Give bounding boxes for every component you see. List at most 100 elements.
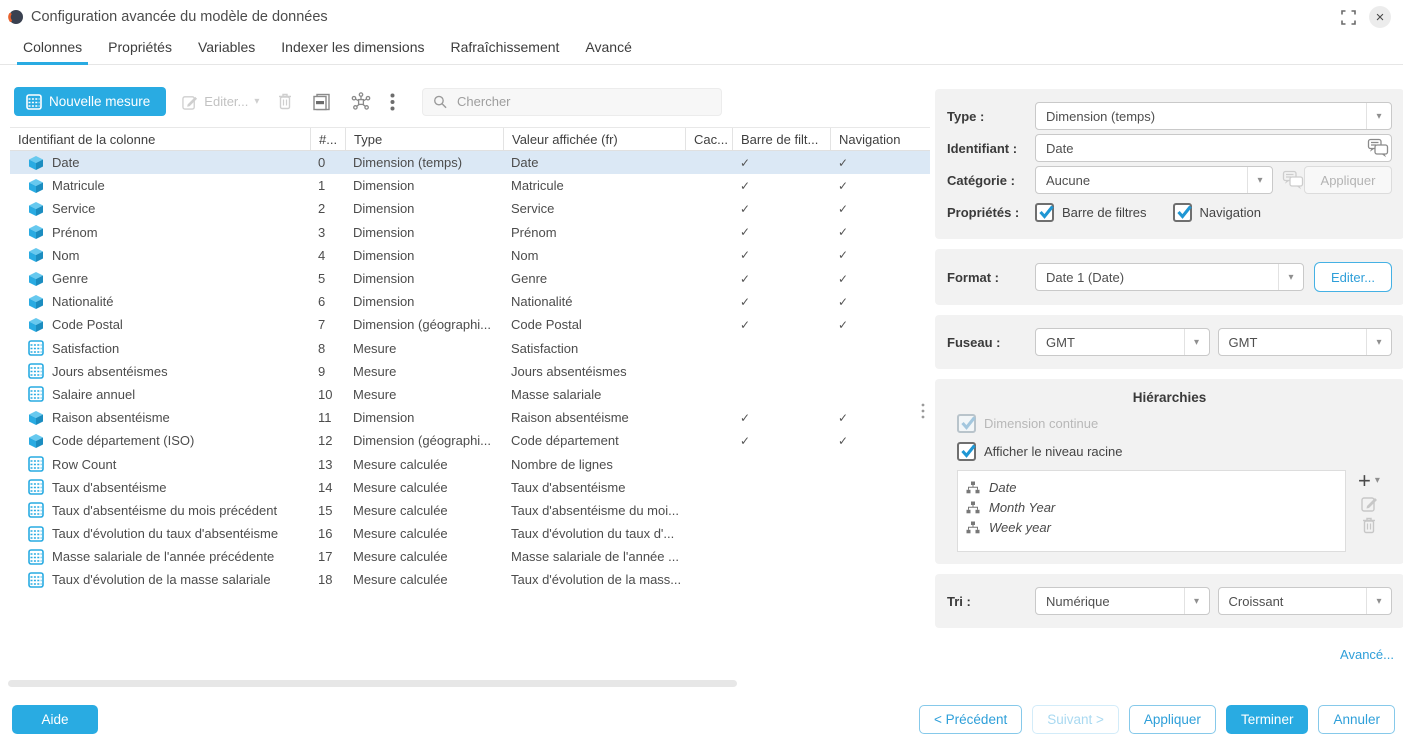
table-row[interactable]: Service 2 Dimension Service ✓ ✓ (10, 197, 930, 220)
filter-bar-checkbox[interactable]: Barre de filtres (1035, 203, 1147, 222)
table-row[interactable]: Nationalité 6 Dimension Nationalité ✓ ✓ (10, 290, 930, 313)
cancel-button[interactable]: Annuler (1318, 705, 1395, 734)
type-select[interactable]: Dimension (temps) ▾ (1035, 102, 1392, 130)
column-type-cell: Dimension (géographi... (345, 433, 503, 448)
navigation-check-cell[interactable]: ✓ (830, 202, 930, 216)
filter-bar-check-cell[interactable]: ✓ (732, 295, 830, 309)
sort-order-select[interactable]: Croissant ▾ (1218, 587, 1393, 615)
columns-table: Identifiant de la colonne#...TypeValeur … (10, 127, 930, 592)
table-row[interactable]: Taux d'absentéisme du mois précédent 15 … (10, 499, 930, 522)
table-row[interactable]: Taux d'évolution de la masse salariale 1… (10, 568, 930, 591)
category-select[interactable]: Aucune ▾ (1035, 166, 1273, 194)
timezone-select-1[interactable]: GMT ▾ (1035, 328, 1210, 356)
column-properties-pane: Type : Dimension (temps) ▾ Identifiant :… (935, 65, 1403, 662)
table-row[interactable]: Prénom 3 Dimension Prénom ✓ ✓ (10, 221, 930, 244)
fullscreen-icon[interactable] (1341, 10, 1356, 25)
table-row[interactable]: Salaire annuel 10 Mesure Masse salariale (10, 383, 930, 406)
sort-type-select[interactable]: Numérique ▾ (1035, 587, 1210, 615)
navigation-check-cell[interactable]: ✓ (830, 179, 930, 193)
table-row[interactable]: Code Postal 7 Dimension (géographi... Co… (10, 313, 930, 336)
column-index-cell: 0 (310, 155, 345, 170)
column-type-cell: Dimension (345, 410, 503, 425)
format-edit-button[interactable]: Editer... (1314, 262, 1392, 292)
tab-rafraichissement[interactable]: Rafraîchissement (450, 39, 559, 64)
table-row[interactable]: Genre 5 Dimension Genre ✓ ✓ (10, 267, 930, 290)
filter-bar-check-cell[interactable]: ✓ (732, 434, 830, 448)
category-apply-button[interactable]: Appliquer (1304, 166, 1392, 194)
format-select[interactable]: Date 1 (Date) ▾ (1035, 263, 1304, 291)
filter-bar-check-cell[interactable]: ✓ (732, 179, 830, 193)
column-header[interactable]: Cac... (685, 128, 732, 150)
filter-bar-check-cell[interactable]: ✓ (732, 248, 830, 262)
table-row[interactable]: Row Count 13 Mesure calculée Nombre de l… (10, 452, 930, 475)
hierarchy-item[interactable]: Date (966, 477, 1337, 497)
table-row[interactable]: Nom 4 Dimension Nom ✓ ✓ (10, 244, 930, 267)
duplicate-columns-button[interactable] (311, 92, 332, 112)
column-header[interactable]: Identifiant de la colonne (10, 128, 310, 150)
navigation-check-cell[interactable]: ✓ (830, 295, 930, 309)
table-row[interactable]: Jours absentéismes 9 Mesure Jours absent… (10, 360, 930, 383)
table-row[interactable]: Raison absentéisme 11 Dimension Raison a… (10, 406, 930, 429)
hierarchy-item[interactable]: Month Year (966, 497, 1337, 517)
translate-icon-disabled[interactable] (1282, 170, 1304, 190)
table-row[interactable]: Satisfaction 8 Mesure Satisfaction (10, 337, 930, 360)
filter-bar-check-cell[interactable]: ✓ (732, 272, 830, 286)
table-row[interactable]: Matricule 1 Dimension Matricule ✓ ✓ (10, 174, 930, 197)
tab-avance[interactable]: Avancé (585, 39, 631, 64)
finish-button[interactable]: Terminer (1226, 705, 1309, 734)
horizontal-scrollbar[interactable] (8, 680, 737, 687)
table-row[interactable]: Taux d'absentéisme 14 Mesure calculée Ta… (10, 476, 930, 499)
edit-hierarchy-button[interactable] (1361, 495, 1378, 512)
delete-hierarchy-button[interactable] (1362, 517, 1376, 534)
previous-button[interactable]: < Précédent (919, 705, 1022, 734)
column-id-cell: Row Count (10, 456, 310, 472)
pane-resize-handle[interactable] (921, 403, 925, 419)
translate-icon[interactable] (1367, 138, 1389, 158)
column-header[interactable]: Navigation (830, 128, 930, 150)
filter-bar-check-cell[interactable]: ✓ (732, 225, 830, 239)
add-hierarchy-button[interactable]: + ▾ (1358, 472, 1380, 490)
column-header[interactable]: Barre de filt... (732, 128, 830, 150)
table-row[interactable]: Date 0 Dimension (temps) Date ✓ ✓ (10, 151, 930, 174)
navigation-checkbox[interactable]: Navigation (1173, 203, 1261, 222)
tab-indexer-les-dimensions[interactable]: Indexer les dimensions (281, 39, 424, 64)
identifier-input[interactable]: Date (1035, 134, 1392, 162)
tab-variables[interactable]: Variables (198, 39, 255, 64)
edit-button[interactable]: Editer... ▾ (182, 94, 259, 110)
table-row[interactable]: Masse salariale de l'année précédente 17… (10, 545, 930, 568)
column-header[interactable]: #... (310, 128, 345, 150)
navigation-check-cell[interactable]: ✓ (830, 411, 930, 425)
hierarchy-item[interactable]: Week year (966, 517, 1337, 537)
filter-bar-check-cell[interactable]: ✓ (732, 318, 830, 332)
navigation-check-cell[interactable]: ✓ (830, 434, 930, 448)
close-icon[interactable]: × (1369, 6, 1391, 28)
new-measure-button[interactable]: Nouvelle mesure (14, 87, 166, 116)
filter-bar-check-cell[interactable]: ✓ (732, 411, 830, 425)
continuous-dimension-checkbox[interactable]: Dimension continue (957, 414, 1392, 433)
next-button[interactable]: Suivant > (1032, 705, 1119, 734)
timezone-select-2[interactable]: GMT ▾ (1218, 328, 1393, 356)
search-input[interactable] (457, 94, 711, 109)
filter-bar-check-cell[interactable]: ✓ (732, 202, 830, 216)
column-type-cell: Dimension (345, 225, 503, 240)
filter-bar-check-cell[interactable]: ✓ (732, 156, 830, 170)
navigation-check-cell[interactable]: ✓ (830, 272, 930, 286)
navigation-check-cell[interactable]: ✓ (830, 156, 930, 170)
table-row[interactable]: Code département (ISO) 12 Dimension (géo… (10, 429, 930, 452)
tab-proprietes[interactable]: Propriétés (108, 39, 172, 64)
column-header[interactable]: Type (345, 128, 503, 150)
tab-colonnes[interactable]: Colonnes (23, 39, 82, 64)
advanced-link[interactable]: Avancé... (935, 647, 1403, 662)
column-header[interactable]: Valeur affichée (fr) (503, 128, 685, 150)
help-button[interactable]: Aide (12, 705, 98, 734)
delete-column-button[interactable] (278, 93, 292, 110)
show-root-level-checkbox[interactable]: Afficher le niveau racine (957, 442, 1392, 461)
more-options-button[interactable] (390, 93, 395, 111)
apply-button[interactable]: Appliquer (1129, 705, 1216, 734)
navigation-check-cell[interactable]: ✓ (830, 248, 930, 262)
navigation-check-cell[interactable]: ✓ (830, 318, 930, 332)
schema-tools-button[interactable] (351, 92, 371, 112)
navigation-check-cell[interactable]: ✓ (830, 225, 930, 239)
table-row[interactable]: Taux d'évolution du taux d'absentéisme 1… (10, 522, 930, 545)
column-display-value-cell: Jours absentéismes (503, 364, 685, 379)
